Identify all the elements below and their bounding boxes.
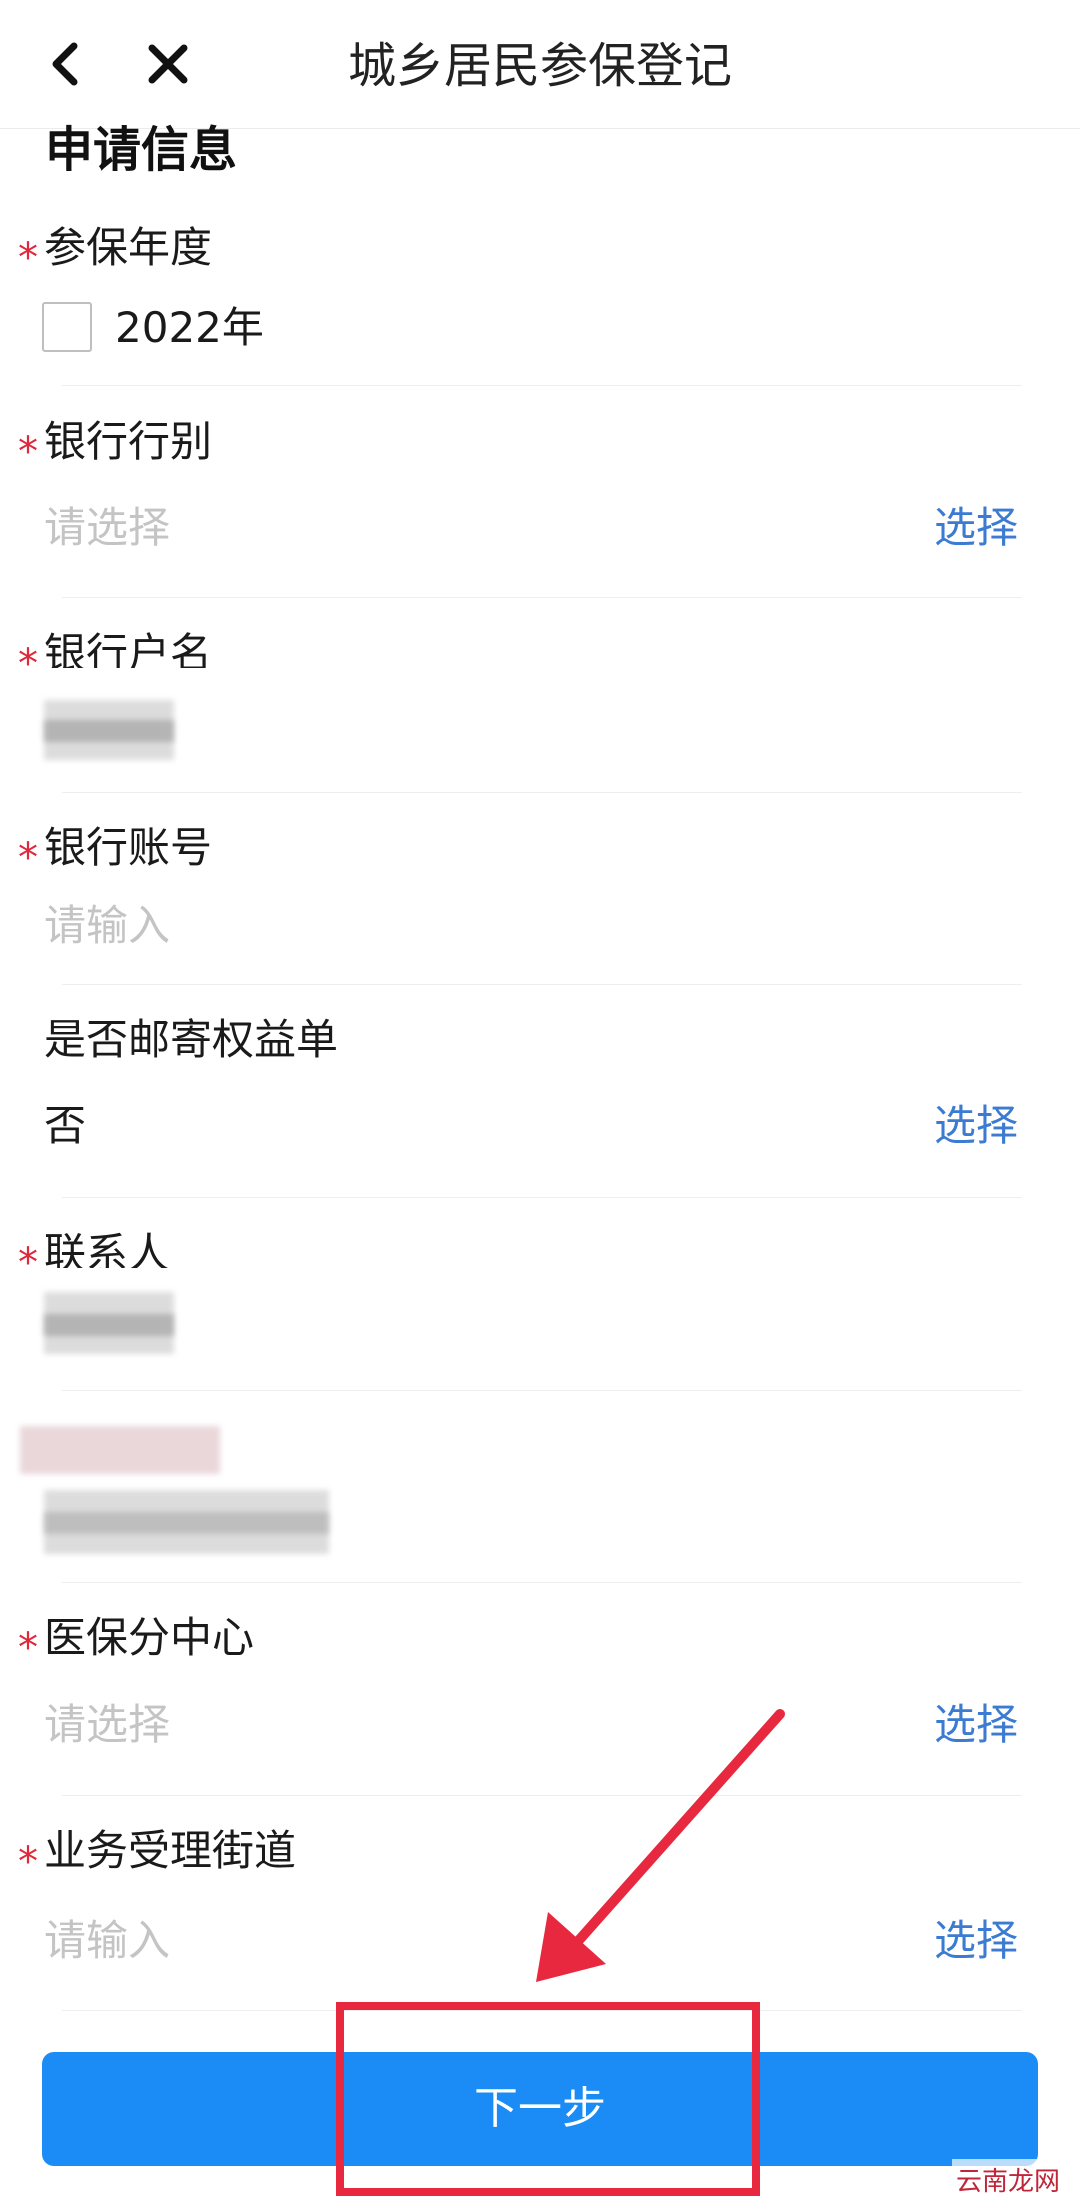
street-select-button[interactable]: 选择 <box>934 1913 1018 1969</box>
year-checkbox[interactable] <box>42 302 92 352</box>
redacted-label <box>20 1426 220 1474</box>
watermark: 云南龙网 <box>951 2159 1064 2200</box>
field-label: 银行行别 <box>44 417 213 466</box>
divider <box>62 385 1022 386</box>
divider <box>62 1390 1022 1391</box>
field-label: 业务受理街道 <box>44 1826 297 1875</box>
field-label: 医保分中心 <box>44 1613 255 1662</box>
medical-center-select-button[interactable]: 选择 <box>934 1697 1018 1753</box>
divider <box>62 1795 1022 1796</box>
field-label: 是否邮寄权益单 <box>44 1015 339 1064</box>
section-title: 申请信息 <box>45 122 238 178</box>
required-mark: * <box>18 1625 38 1671</box>
required-mark: * <box>18 1240 38 1286</box>
medical-center-input[interactable]: 请选择 <box>44 1697 170 1753</box>
mail-value[interactable]: 否 <box>44 1098 86 1154</box>
page-title: 城乡居民参保登记 <box>347 38 732 94</box>
divider <box>62 597 1022 598</box>
divider <box>62 792 1022 793</box>
nav-bar: 城乡居民参保登记 <box>0 0 1080 129</box>
divider <box>62 1582 1022 1583</box>
field-label: 参保年度 <box>44 223 213 272</box>
required-mark: * <box>18 641 38 687</box>
bank-type-input[interactable]: 请选择 <box>44 500 170 556</box>
redacted-value <box>44 1314 174 1336</box>
field-label: 银行户名 <box>44 629 213 678</box>
redacted-value <box>44 1512 329 1534</box>
field-label: 银行账号 <box>44 823 213 872</box>
field-label: 联系人 <box>44 1229 171 1278</box>
street-input[interactable]: 请输入 <box>44 1913 170 1969</box>
required-mark: * <box>18 429 38 475</box>
account-no-input[interactable]: 请输入 <box>44 898 170 954</box>
year-option[interactable]: 2022年 <box>115 300 264 356</box>
bank-type-select-button[interactable]: 选择 <box>934 500 1018 556</box>
redacted-value <box>44 720 174 742</box>
required-mark: * <box>18 835 38 881</box>
mail-select-button[interactable]: 选择 <box>934 1098 1018 1154</box>
required-mark: * <box>18 1839 38 1885</box>
divider <box>62 984 1022 985</box>
divider <box>62 1197 1022 1198</box>
annotation-highlight-box <box>336 2002 760 2196</box>
required-mark: * <box>18 235 38 281</box>
